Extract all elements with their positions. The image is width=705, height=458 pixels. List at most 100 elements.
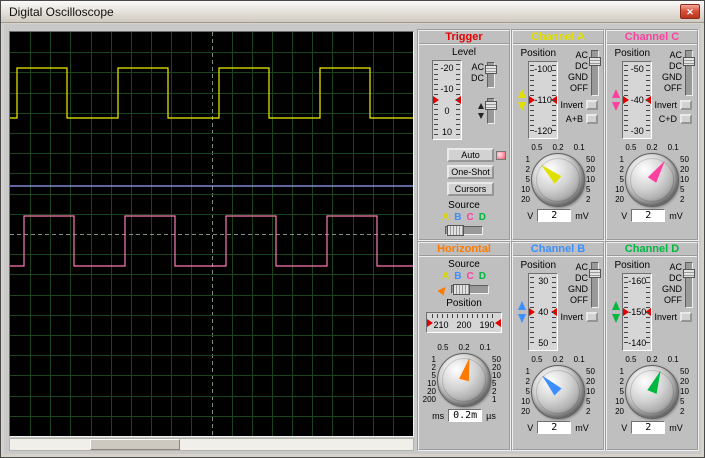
channel-b-unit-left: V <box>527 422 534 433</box>
position-marker-right-icon <box>645 96 652 104</box>
channel-a-invert-button[interactable] <box>586 100 598 110</box>
channel-b-position-values: 30 40 50 <box>538 276 549 348</box>
channel-c-position-arrow[interactable] <box>612 89 621 111</box>
channel-b-position-scale[interactable]: 30 40 50 <box>528 273 559 351</box>
channel-c-panel: Channel C Position -50 -40 -30 AC DC GND… <box>605 29 699 241</box>
horizontal-source-label: Source <box>448 259 480 270</box>
channel-a-coupling-thumb[interactable] <box>589 57 601 66</box>
channel-d-coupling-thumb[interactable] <box>683 269 695 278</box>
channel-c-position-values: -50 -40 -30 <box>630 64 644 136</box>
one-shot-button[interactable]: One-Shot <box>447 165 494 179</box>
trigger-panel: Trigger Level -20 -10 0 10 AC DC Auto On… <box>417 29 511 241</box>
channel-b-invert-button[interactable] <box>586 312 598 322</box>
channel-c-position-label: Position <box>614 48 651 59</box>
scope-scrollbar[interactable] <box>9 438 414 451</box>
close-button[interactable]: ✕ <box>680 4 700 19</box>
channel-a-unit-right: mV <box>575 210 589 221</box>
channel-c-invert-button[interactable] <box>680 100 692 110</box>
trigger-level-values: -20 -10 0 10 <box>440 63 454 137</box>
channel-d-gain-knob[interactable] <box>625 365 679 419</box>
channel-c-gain-knob[interactable] <box>625 153 679 207</box>
position-marker-left-icon <box>529 308 536 316</box>
horizontal-position-scale[interactable]: 210 200 190 <box>426 312 502 333</box>
channel-b-coupling-labels: AC DC GND OFF <box>568 262 588 305</box>
timebase-unit-left: ms <box>432 410 445 421</box>
trigger-source-letters: ABCD <box>442 212 486 223</box>
position-marker-right-icon <box>551 308 558 316</box>
trigger-coupling-slider[interactable] <box>485 62 497 88</box>
channel-b-unit-right: mV <box>575 422 589 433</box>
channel-c-unit-right: mV <box>669 210 683 221</box>
window-title: Digital Oscilloscope <box>9 4 114 19</box>
trigger-coupling-labels: AC DC <box>471 62 484 83</box>
rising-edge-icon <box>478 103 484 109</box>
scrollbar-thumb[interactable] <box>90 439 180 450</box>
trigger-coupling-thumb[interactable] <box>485 65 497 74</box>
channel-d-unit-left: V <box>621 422 628 433</box>
channel-d-knob-top-scale: 0.5 0.2 0.1 <box>625 355 679 364</box>
channel-c-coupling-thumb[interactable] <box>683 57 695 66</box>
channel-d-panel: Channel D Position -160 -150 -140 AC DC … <box>605 241 699 451</box>
level-label: Level <box>452 47 476 58</box>
horizontal-source-marker-icon <box>437 283 449 296</box>
close-icon: ✕ <box>686 6 694 17</box>
client-area: Trigger Level -20 -10 0 10 AC DC Auto On… <box>4 24 701 454</box>
horizontal-source-letters: ABCD <box>442 271 486 282</box>
timebase-knob[interactable] <box>437 353 491 407</box>
channel-d-position-scale[interactable]: -160 -150 -140 <box>622 273 653 351</box>
trigger-source-thumb[interactable] <box>447 225 464 236</box>
channel-c-panel-title: Channel C <box>607 31 697 45</box>
channel-d-coupling-labels: AC DC GND OFF <box>662 262 682 305</box>
channel-b-gain-knob[interactable] <box>531 365 585 419</box>
hposition-marker-right-icon <box>495 318 501 327</box>
position-marker-left-icon <box>623 96 630 104</box>
channel-d-invert-label: Invert <box>654 312 677 322</box>
channel-a-coupling-labels: AC DC GND OFF <box>568 50 588 93</box>
channel-a-position-values: -100 -110 -120 <box>534 64 553 136</box>
hposition-marker-left-icon <box>427 318 433 327</box>
trigger-source-slider[interactable] <box>445 225 483 236</box>
channel-b-coupling-slider[interactable] <box>589 262 601 308</box>
channel-a-gain-knob[interactable] <box>531 153 585 207</box>
position-marker-left-icon <box>623 308 630 316</box>
channel-a-position-scale[interactable]: -100 -110 -120 <box>528 61 559 139</box>
level-marker-left-icon <box>433 96 439 104</box>
horizontal-source-slider[interactable] <box>451 284 489 295</box>
channel-d-knob-left-scale: 1 2 5 10 20 <box>615 367 624 416</box>
channel-b-coupling-thumb[interactable] <box>589 269 601 278</box>
auto-button[interactable]: Auto <box>447 148 494 162</box>
position-marker-right-icon <box>645 308 652 316</box>
channel-a-sum-button[interactable] <box>586 114 598 124</box>
channel-d-coupling-slider[interactable] <box>683 262 695 308</box>
channel-d-position-values: -160 -150 -140 <box>628 276 647 348</box>
horizontal-source-thumb[interactable] <box>453 284 470 295</box>
trigger-edge-thumb[interactable] <box>485 101 497 110</box>
channel-b-panel: Channel B Position 30 40 50 AC DC GND OF… <box>511 241 605 451</box>
channel-b-invert-label: Invert <box>560 312 583 322</box>
timebase-value-display: 0.2m <box>448 409 483 422</box>
channel-d-invert-button[interactable] <box>680 312 692 322</box>
trigger-edge-slider[interactable] <box>485 98 497 124</box>
edge-polarity-icons <box>478 103 484 119</box>
title-bar[interactable]: Digital Oscilloscope ✕ <box>1 1 704 23</box>
channel-b-position-arrow[interactable] <box>518 301 527 323</box>
channel-c-coupling-slider[interactable] <box>683 50 695 96</box>
channel-d-unit-right: mV <box>669 422 683 433</box>
led-spacer <box>496 168 506 177</box>
digital-oscilloscope-window: Digital Oscilloscope ✕ Trigger Level -20… <box>0 0 705 458</box>
trigger-level-scale[interactable]: -20 -10 0 10 <box>432 60 462 140</box>
falling-edge-icon <box>478 113 484 119</box>
channel-c-position-scale[interactable]: -50 -40 -30 <box>622 61 653 139</box>
control-panels: Trigger Level -20 -10 0 10 AC DC Auto On… <box>417 29 699 451</box>
channel-a-coupling-slider[interactable] <box>589 50 601 96</box>
position-marker-right-icon <box>551 96 558 104</box>
channel-d-position-arrow[interactable] <box>612 301 621 323</box>
cursors-button[interactable]: Cursors <box>447 182 494 196</box>
channel-a-unit-left: V <box>527 210 534 221</box>
channel-b-position-label: Position <box>520 260 557 271</box>
channel-c-sum-button[interactable] <box>680 114 692 124</box>
channel-b-panel-title: Channel B <box>513 243 603 257</box>
channel-a-position-arrow[interactable] <box>518 89 527 111</box>
channel-d-panel-title: Channel D <box>607 243 697 257</box>
led-spacer <box>496 185 506 194</box>
